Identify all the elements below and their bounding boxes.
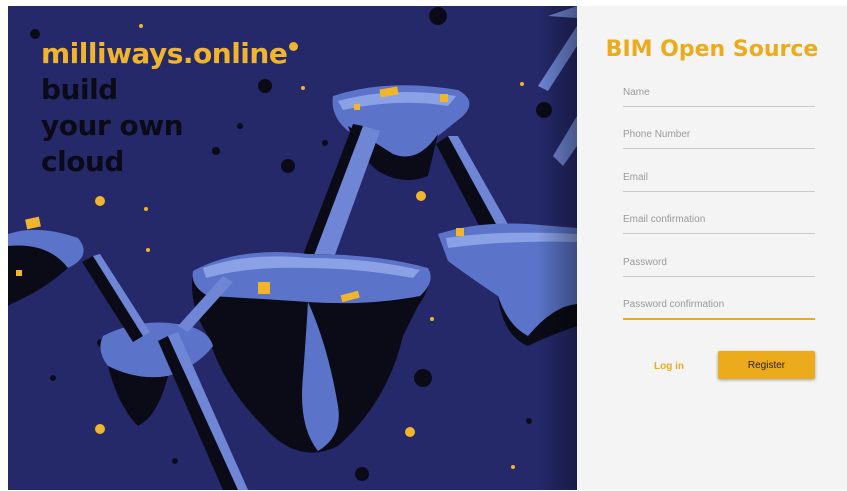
email-input[interactable]: [623, 165, 815, 190]
phone-number-input[interactable]: [623, 122, 815, 147]
registration-panel: BIM Open Source Log in Register: [577, 6, 847, 490]
email-confirmation-input[interactable]: [623, 207, 815, 232]
register-button[interactable]: Register: [718, 351, 815, 379]
staircase-lower-left: [82, 254, 150, 342]
page: milliways.online build your own cloud BI…: [0, 0, 847, 491]
left-island: [8, 216, 84, 306]
email-field: [623, 165, 815, 192]
phone-number-field: [623, 122, 815, 149]
staircase-upper-left: [298, 124, 380, 274]
tagline-line-2: your own: [41, 109, 184, 142]
tagline-line-1: build: [41, 73, 118, 106]
password-confirmation-field: [623, 292, 815, 320]
password-confirmation-input[interactable]: [623, 292, 815, 317]
login-button[interactable]: Log in: [633, 353, 705, 379]
hero-illustration-panel: milliways.online build your own cloud: [8, 6, 577, 490]
password-input[interactable]: [623, 250, 815, 275]
brand-name: milliways.online: [41, 36, 299, 72]
form-title: BIM Open Source: [605, 37, 819, 62]
hero-edge-shadow: [537, 6, 577, 490]
name-input[interactable]: [623, 80, 815, 105]
name-field: [623, 80, 815, 107]
hero-headline: milliways.online build your own cloud: [41, 36, 299, 180]
brand-dot-icon: [289, 42, 299, 51]
password-field: [623, 250, 815, 277]
tagline-line-3: cloud: [41, 145, 124, 178]
brand-name-text: milliways.online: [41, 37, 288, 70]
email-confirmation-field: [623, 207, 815, 234]
